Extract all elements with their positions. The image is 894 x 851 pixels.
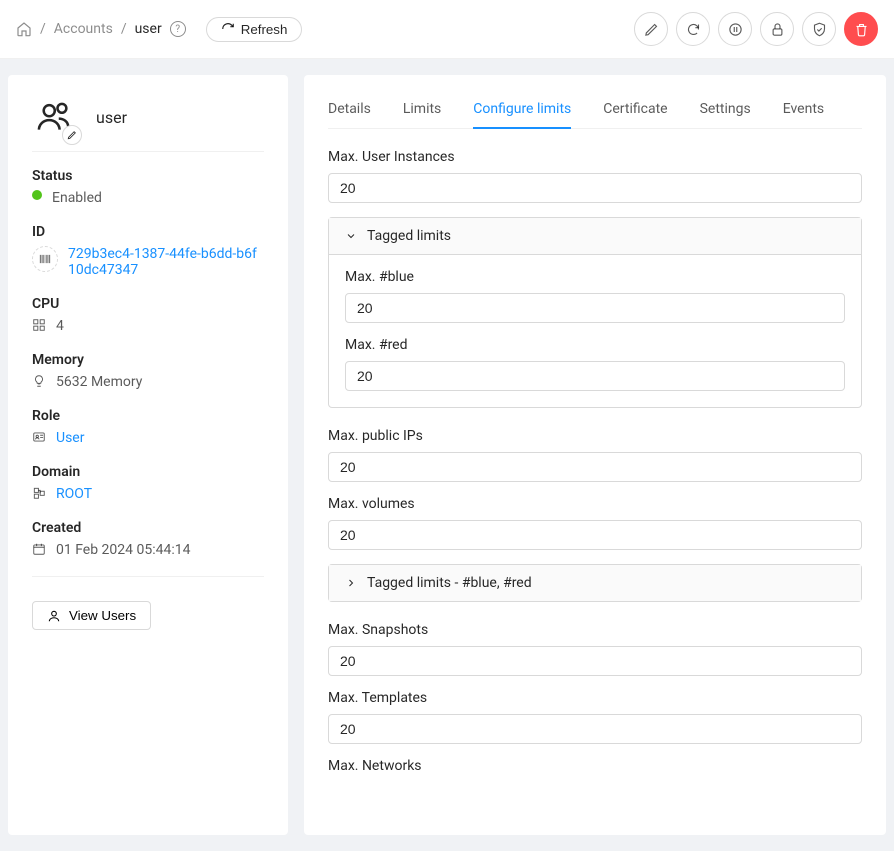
cpu-value: 4: [56, 318, 64, 334]
tab-settings[interactable]: Settings: [700, 91, 751, 129]
max-public-ips-input[interactable]: [328, 452, 862, 482]
home-icon[interactable]: [16, 21, 32, 37]
max-volumes-input[interactable]: [328, 520, 862, 550]
delete-button[interactable]: [844, 12, 878, 46]
tagged-limits-panel: Tagged limits Max. #blue Max. #red: [328, 217, 862, 408]
edit-avatar-button[interactable]: [62, 125, 82, 145]
reload-icon: [221, 22, 235, 36]
action-icons: [634, 12, 878, 46]
tabs: Details Limits Configure limits Certific…: [328, 91, 862, 129]
status-value: Enabled: [52, 190, 102, 206]
max-snapshots-input[interactable]: [328, 646, 862, 676]
barcode-icon[interactable]: [32, 246, 58, 272]
block-icon: [32, 486, 46, 500]
id-label: ID: [32, 224, 264, 240]
refresh-button[interactable]: Refresh: [206, 17, 303, 42]
chevron-down-icon: [345, 230, 355, 242]
max-public-ips-label: Max. public IPs: [328, 428, 862, 444]
id-value[interactable]: 729b3ec4-1387-44fe-b6dd-b6f10dc47347: [68, 246, 264, 278]
role-label: Role: [32, 408, 264, 424]
breadcrumb-separator: /: [40, 21, 46, 37]
tab-limits[interactable]: Limits: [403, 91, 441, 129]
breadcrumb-current: user: [135, 21, 162, 37]
max-snapshots-label: Max. Snapshots: [328, 622, 862, 638]
max-red-input[interactable]: [345, 361, 845, 391]
status-label: Status: [32, 168, 264, 184]
user-icon: [47, 609, 61, 623]
calendar-icon: [32, 542, 46, 556]
main-card: Details Limits Configure limits Certific…: [304, 75, 886, 835]
tab-certificate[interactable]: Certificate: [603, 91, 667, 129]
bulb-icon: [32, 374, 46, 388]
idcard-icon: [32, 430, 46, 444]
max-blue-input[interactable]: [345, 293, 845, 323]
breadcrumb: / Accounts / user ? Refresh: [16, 17, 302, 42]
user-name: user: [96, 108, 127, 127]
role-value[interactable]: User: [56, 430, 84, 446]
tagged-limits2-header[interactable]: Tagged limits - #blue, #red: [329, 565, 861, 601]
tagged-limits-body: Max. #blue Max. #red: [329, 255, 861, 407]
max-templates-label: Max. Templates: [328, 690, 862, 706]
tab-events[interactable]: Events: [783, 91, 824, 129]
shield-button[interactable]: [802, 12, 836, 46]
max-blue-label: Max. #blue: [345, 269, 845, 285]
cpu-label: CPU: [32, 296, 264, 312]
chevron-right-icon: [345, 577, 355, 589]
memory-value: 5632 Memory: [56, 374, 142, 390]
edit-button[interactable]: [634, 12, 668, 46]
max-networks-label: Max. Networks: [328, 758, 862, 774]
memory-label: Memory: [32, 352, 264, 368]
appstore-icon: [32, 318, 46, 332]
status-dot-icon: [32, 190, 42, 200]
domain-label: Domain: [32, 464, 264, 480]
max-volumes-label: Max. volumes: [328, 496, 862, 512]
side-card: user Status Enabled ID 729b3ec4-1387-44f…: [8, 75, 288, 835]
content: user Status Enabled ID 729b3ec4-1387-44f…: [0, 59, 894, 851]
help-icon[interactable]: ?: [170, 21, 186, 37]
max-templates-input[interactable]: [328, 714, 862, 744]
tagged-limits2-panel: Tagged limits - #blue, #red: [328, 564, 862, 602]
breadcrumb-accounts[interactable]: Accounts: [54, 21, 113, 37]
avatar: [32, 95, 76, 139]
max-user-instances-label: Max. User Instances: [328, 149, 862, 165]
sync-button[interactable]: [676, 12, 710, 46]
pause-button[interactable]: [718, 12, 752, 46]
tab-details[interactable]: Details: [328, 91, 371, 129]
max-user-instances-input[interactable]: [328, 173, 862, 203]
tagged-limits-header[interactable]: Tagged limits: [329, 218, 861, 255]
created-label: Created: [32, 520, 264, 536]
view-users-button[interactable]: View Users: [32, 601, 151, 630]
lock-button[interactable]: [760, 12, 794, 46]
created-value: 01 Feb 2024 05:44:14: [56, 542, 191, 558]
user-header: user: [32, 95, 264, 152]
domain-value[interactable]: ROOT: [56, 486, 92, 502]
tab-configure-limits[interactable]: Configure limits: [473, 91, 571, 129]
divider: [32, 576, 264, 577]
breadcrumb-separator: /: [121, 21, 127, 37]
topbar: / Accounts / user ? Refresh: [0, 0, 894, 59]
max-red-label: Max. #red: [345, 337, 845, 353]
